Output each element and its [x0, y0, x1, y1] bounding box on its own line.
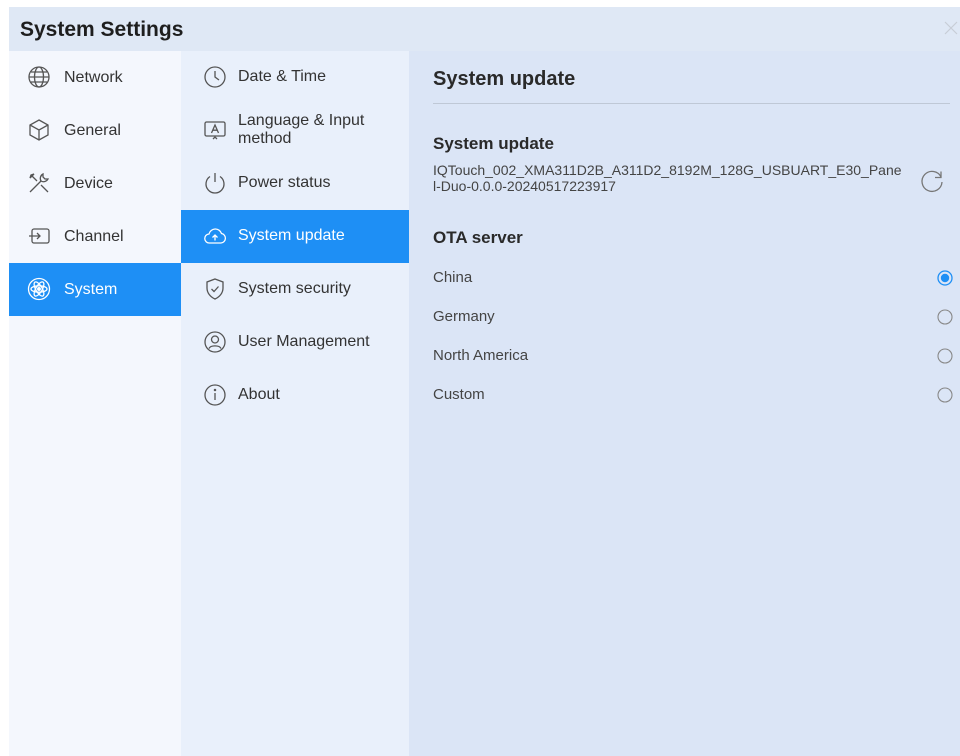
ota-option-china[interactable]: China: [433, 263, 953, 293]
ota-option-label: North America: [433, 347, 529, 364]
submenu-item-label: About: [238, 386, 280, 403]
divider: [433, 103, 950, 104]
info-icon: [203, 383, 227, 407]
submenu-item-label: Date & Time: [238, 68, 327, 85]
radio-unselected[interactable]: [937, 348, 953, 364]
input-icon: [27, 224, 51, 248]
radio-unselected[interactable]: [937, 309, 953, 325]
settings-window: System Settings Network General Device C…: [9, 7, 960, 756]
cube-icon: [27, 118, 51, 142]
sidebar-item-label: Channel: [64, 227, 124, 245]
submenu-item-label: Power status: [238, 174, 331, 191]
submenu-item-label: Language & Input method: [238, 112, 365, 147]
ota-option-north-america[interactable]: North America: [433, 341, 953, 371]
sidebar-item-channel[interactable]: Channel: [9, 210, 181, 263]
ota-option-label: China: [433, 269, 473, 286]
submenu-item-system-security[interactable]: System security: [181, 263, 409, 316]
tools-icon: [27, 171, 51, 195]
sidebar-item-label: Network: [64, 68, 123, 86]
clock-icon: [203, 65, 227, 89]
system-update-panel: System update System update IQTouch_002_…: [409, 51, 960, 756]
submenu-item-label: User Management: [238, 333, 370, 350]
submenu-item-power-status[interactable]: Power status: [181, 157, 409, 210]
submenu-item-label: System update: [238, 227, 345, 244]
submenu-item-label: System security: [238, 280, 351, 297]
atom-icon: [27, 277, 51, 301]
ota-option-label: Germany: [433, 308, 495, 325]
user-icon: [203, 330, 227, 354]
ota-option-germany[interactable]: Germany: [433, 302, 953, 332]
ota-server-heading: OTA server: [433, 228, 523, 247]
title-bar: System Settings: [9, 7, 960, 51]
power-icon: [203, 171, 227, 195]
submenu-item-system-update[interactable]: System update: [181, 210, 409, 263]
cloud-upload-icon: [203, 224, 227, 248]
sidebar-item-system[interactable]: System: [9, 263, 181, 316]
ota-option-label: Custom: [433, 386, 485, 403]
sidebar-item-device[interactable]: Device: [9, 157, 181, 210]
sidebar-item-general[interactable]: General: [9, 104, 181, 157]
shield-icon: [203, 277, 227, 301]
globe-icon: [27, 65, 51, 89]
radio-selected[interactable]: [937, 270, 953, 286]
firmware-version: IQTouch_002_XMA311D2B_A311D2_8192M_128G_…: [433, 162, 902, 194]
system-update-heading: System update: [433, 134, 554, 153]
page-title: System update: [433, 68, 576, 90]
sidebar-item-label: System: [64, 280, 118, 298]
system-submenu: Date & Time Language & Input method Powe…: [181, 51, 409, 756]
keyboard-a-icon: [203, 118, 227, 142]
category-sidebar: Network General Device Channel System: [9, 51, 181, 756]
submenu-item-user-management[interactable]: User Management: [181, 316, 409, 369]
submenu-item-language[interactable]: Language & Input method: [181, 104, 409, 157]
app-title: System Settings: [20, 18, 184, 41]
refresh-icon[interactable]: [919, 168, 945, 194]
sidebar-item-label: General: [64, 121, 121, 139]
close-icon[interactable]: [944, 21, 958, 35]
submenu-item-date-time[interactable]: Date & Time: [181, 51, 409, 104]
radio-unselected[interactable]: [937, 387, 953, 403]
sidebar-item-label: Device: [64, 174, 113, 192]
submenu-item-about[interactable]: About: [181, 369, 409, 422]
ota-option-custom[interactable]: Custom: [433, 380, 953, 410]
sidebar-item-network[interactable]: Network: [9, 51, 181, 104]
